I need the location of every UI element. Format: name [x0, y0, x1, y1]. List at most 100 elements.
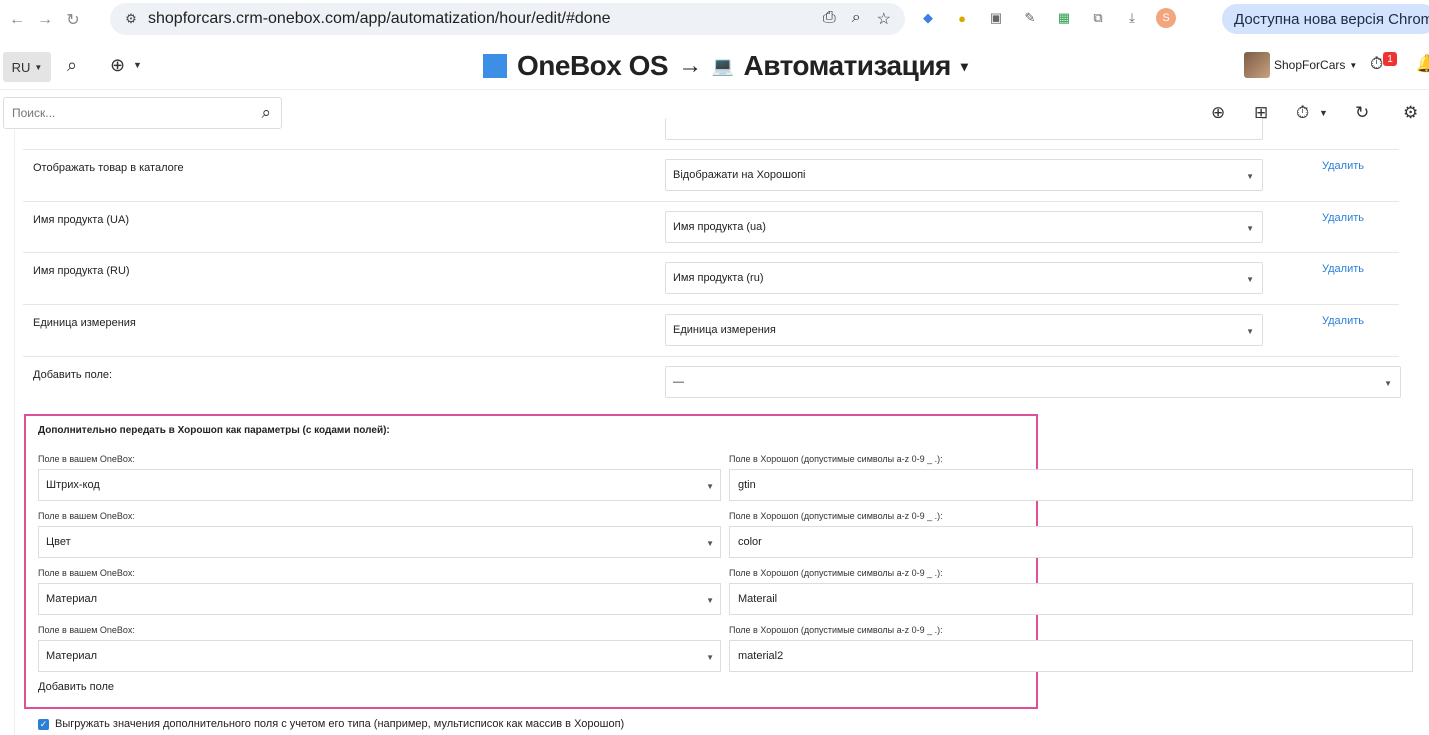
select-value: Имя продукта (ua) — [673, 221, 766, 233]
horoshop-field-label: Поле в Хорошоп (допустимые символы a-z 0… — [729, 511, 943, 521]
horoshop-field-input[interactable]: Materail — [729, 583, 1413, 615]
dropdown-arrow-icon: ▼ — [1246, 327, 1254, 336]
select-value: Цвет — [46, 536, 71, 548]
input-value: color — [738, 536, 762, 548]
row-label: Имя продукта (RU) — [33, 265, 130, 277]
select-value: Материал — [46, 593, 97, 605]
onebox-field-select[interactable]: Материал ▼ — [38, 583, 721, 615]
timer-icon[interactable]: ⏱ — [1370, 54, 1383, 74]
section-title: Автоматизация — [743, 50, 952, 81]
typed-values-option[interactable]: ✓ Выгружать значения дополнительного пол… — [38, 718, 624, 730]
site-info-icon[interactable]: ⚙ — [120, 11, 142, 27]
extension-pen-icon[interactable]: ✎ — [1020, 8, 1040, 28]
browser-toolbar: ← → ↻ ⚙ shopforcars.crm-onebox.com/app/a… — [0, 0, 1429, 40]
horoshop-field-input[interactable]: color — [729, 526, 1413, 558]
select-value: Единица измерения — [673, 324, 776, 336]
onebox-logo-icon — [483, 54, 507, 78]
dropdown-arrow-icon: ▼ — [706, 539, 714, 548]
onebox-field-label: Поле в вашем OneBox: — [38, 454, 135, 464]
select-partial[interactable] — [665, 118, 1263, 140]
extension-coin-icon[interactable]: ● — [952, 8, 972, 28]
address-bar[interactable]: ⚙ shopforcars.crm-onebox.com/app/automat… — [110, 3, 905, 35]
extra-params-section: Дополнительно передать в Хорошоп как пар… — [24, 414, 1413, 709]
delete-link[interactable]: Удалить — [1322, 212, 1364, 224]
app-header: RU ▼ ⌕ ⊕ ▼ OneBox OS → 💻 Автоматизация ▾… — [0, 42, 1429, 90]
dropdown-arrow-icon: ▼ — [1246, 224, 1254, 233]
add-field-select[interactable]: — ▼ — [665, 366, 1401, 398]
horoshop-field-label: Поле в Хорошоп (допустимые символы a-z 0… — [729, 568, 943, 578]
download-icon[interactable]: ⤓ — [1122, 8, 1142, 28]
section-title: Дополнительно передать в Хорошоп как пар… — [38, 425, 390, 436]
onebox-field-select[interactable]: Цвет ▼ — [38, 526, 721, 558]
page-title[interactable]: OneBox OS → 💻 Автоматизация ▾ — [483, 50, 968, 82]
bookmark-star-icon[interactable]: ☆ — [877, 9, 891, 29]
horoshop-field-label: Поле в Хорошоп (допустимые символы a-z 0… — [729, 625, 943, 635]
chevron-down-icon: ▼ — [34, 62, 43, 72]
extensions-puzzle-icon[interactable]: ⧉ — [1088, 8, 1108, 28]
dropdown-arrow-icon: ▼ — [1246, 275, 1254, 284]
laptop-icon: 💻 — [711, 55, 734, 76]
mapping-select[interactable]: Имя продукта (ru) ▼ — [665, 262, 1263, 294]
mapping-select[interactable]: Единица измерения ▼ — [665, 314, 1263, 346]
user-name: ShopForCars — [1274, 58, 1346, 72]
dropdown-arrow-icon: ▼ — [706, 596, 714, 605]
onebox-field-select[interactable]: Материал ▼ — [38, 640, 721, 672]
delete-link[interactable]: Удалить — [1322, 263, 1364, 275]
search-field[interactable]: ⌕ — [3, 97, 282, 129]
select-value: Відображати на Хорошопі — [673, 169, 806, 181]
extension-tag-icon[interactable]: ◆ — [918, 8, 938, 28]
language-selector[interactable]: RU ▼ — [3, 52, 51, 82]
extension-calendar-icon[interactable]: ▦ — [1054, 8, 1074, 28]
input-value: material2 — [738, 650, 784, 662]
search-input[interactable] — [4, 98, 244, 128]
mapping-select[interactable]: Имя продукта (ua) ▼ — [665, 211, 1263, 243]
settings-gear-icon[interactable]: ⚙ — [1403, 103, 1418, 123]
add-param-link[interactable]: Добавить поле — [38, 681, 114, 693]
zoom-icon[interactable]: ⌕ — [852, 9, 861, 29]
chevron-down-icon[interactable]: ▼ — [133, 60, 142, 70]
select-value: Материал — [46, 650, 97, 662]
add-circle-icon[interactable]: ⊕ — [110, 55, 125, 76]
row-label: Добавить поле: — [33, 369, 113, 381]
refresh-icon[interactable]: ↻ — [1355, 103, 1369, 123]
select-value: — — [673, 376, 684, 388]
checkbox-label: Выгружать значения дополнительного поля … — [55, 718, 625, 730]
input-value: Materail — [738, 593, 778, 605]
back-icon[interactable]: ← — [6, 9, 28, 31]
onebox-field-label: Поле в вашем OneBox: — [38, 625, 135, 635]
brand-name: OneBox OS — [517, 50, 669, 81]
checkbox-checked-icon[interactable]: ✓ — [38, 718, 49, 730]
dropdown-arrow-icon: ▼ — [1246, 172, 1254, 181]
dropdown-arrow-icon: ▼ — [1384, 379, 1392, 388]
chevron-down-icon: ▼ — [1349, 60, 1358, 70]
onebox-field-label: Поле в вашем OneBox: — [38, 568, 135, 578]
row-label: Имя продукта (UA) — [33, 214, 129, 226]
forward-icon[interactable]: → — [34, 9, 56, 31]
bell-icon[interactable]: 🔔 — [1416, 54, 1429, 74]
chevron-down-icon[interactable]: ▼ — [1319, 108, 1328, 118]
language-label: RU — [11, 59, 31, 75]
delete-link[interactable]: Удалить — [1322, 160, 1364, 172]
install-app-icon[interactable]: ⎙ — [823, 9, 836, 29]
input-value: gtin — [738, 479, 756, 491]
dropdown-arrow-icon: ▼ — [706, 653, 714, 662]
url-text: shopforcars.crm-onebox.com/app/automatiz… — [148, 10, 611, 27]
mapping-select[interactable]: Відображати на Хорошопі ▼ — [665, 159, 1263, 191]
search-icon[interactable]: ⌕ — [67, 55, 77, 76]
extension-square-icon[interactable]: ▣ — [986, 8, 1006, 28]
reload-icon[interactable]: ↻ — [62, 9, 84, 31]
profile-avatar[interactable]: S — [1156, 8, 1176, 28]
chevron-down-icon: ▾ — [960, 57, 968, 74]
delete-link[interactable]: Удалить — [1322, 315, 1364, 327]
select-value: Штрих-код — [46, 479, 100, 491]
user-menu[interactable]: ShopForCars ▼ — [1244, 52, 1357, 78]
avatar — [1244, 52, 1270, 78]
row-label: Единица измерения — [33, 317, 136, 329]
horoshop-field-input[interactable]: material2 — [729, 640, 1413, 672]
search-icon[interactable]: ⌕ — [261, 103, 271, 123]
horoshop-field-input[interactable]: gtin — [729, 469, 1413, 501]
onebox-field-select[interactable]: Штрих-код ▼ — [38, 469, 721, 501]
onebox-field-label: Поле в вашем OneBox: — [38, 511, 135, 521]
chrome-update-button[interactable]: Доступна нова версія Chrome — [1222, 4, 1429, 34]
timer-icon[interactable]: ⏱ — [1296, 103, 1309, 123]
